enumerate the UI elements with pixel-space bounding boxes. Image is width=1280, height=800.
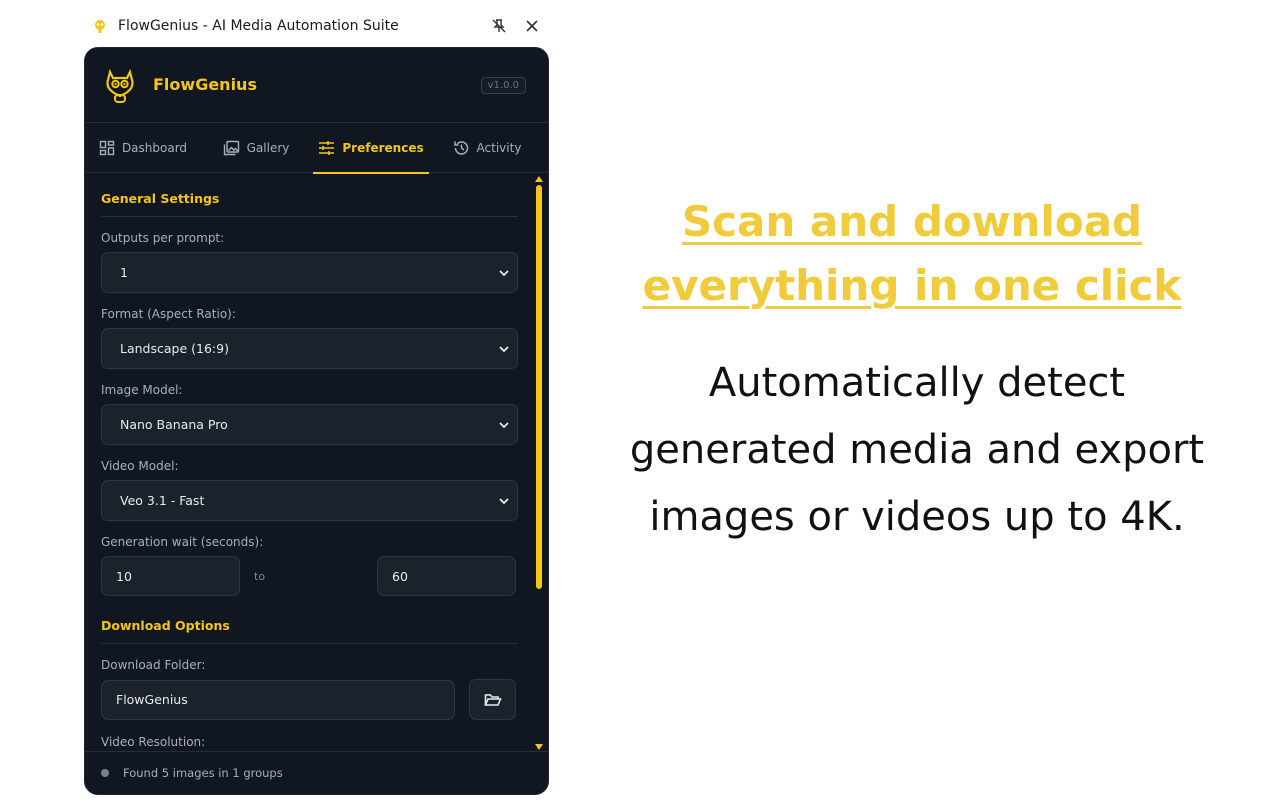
dashboard-icon bbox=[99, 140, 115, 156]
tab-gallery-label: Gallery bbox=[246, 141, 290, 155]
format-select[interactable]: Landscape (16:9) bbox=[101, 328, 518, 369]
tab-preferences[interactable]: Preferences bbox=[313, 123, 429, 174]
promo-headline-line1: Scan and download bbox=[681, 197, 1143, 246]
app-logo-icon bbox=[92, 18, 108, 34]
scrollbar-thumb[interactable] bbox=[536, 185, 542, 589]
image-model-select[interactable]: Nano Banana Pro bbox=[101, 404, 518, 445]
window-titlebar: FlowGenius - AI Media Automation Suite bbox=[84, 10, 550, 42]
status-bar: Found 5 images in 1 groups bbox=[85, 751, 548, 794]
sliders-icon bbox=[319, 141, 335, 155]
outputs-select[interactable]: 1 bbox=[101, 252, 518, 293]
chevron-down-icon bbox=[499, 498, 509, 505]
pin-icon[interactable] bbox=[489, 16, 509, 36]
image-model-label: Image Model: bbox=[101, 383, 183, 397]
tab-dashboard-label: Dashboard bbox=[121, 141, 188, 155]
download-folder-label: Download Folder: bbox=[101, 658, 206, 672]
promo-sub-line1: Automatically detect bbox=[708, 360, 1126, 406]
brand-name: FlowGenius bbox=[153, 75, 257, 94]
download-folder-row bbox=[101, 679, 518, 720]
tab-activity[interactable]: Activity bbox=[429, 123, 545, 173]
chevron-down-icon bbox=[499, 346, 509, 353]
format-value: Landscape (16:9) bbox=[120, 341, 229, 356]
promo-headline-line2: everything in one click bbox=[642, 261, 1182, 310]
version-badge: v1.0.0 bbox=[480, 77, 526, 94]
promo-subtext: Automatically detect generated media and… bbox=[596, 350, 1238, 551]
outputs-label: Outputs per prompt: bbox=[101, 231, 225, 245]
status-dot bbox=[101, 769, 109, 777]
format-label: Format (Aspect Ratio): bbox=[101, 307, 236, 321]
status-text: Found 5 images in 1 groups bbox=[123, 766, 283, 780]
brand-logo-icon bbox=[106, 68, 134, 103]
wait-label: Generation wait (seconds): bbox=[101, 535, 264, 549]
tab-dashboard[interactable]: Dashboard bbox=[85, 123, 199, 173]
video-model-label: Video Model: bbox=[101, 459, 179, 473]
tab-gallery[interactable]: Gallery bbox=[199, 123, 313, 173]
video-resolution-label: Video Resolution: bbox=[101, 735, 206, 749]
gallery-icon bbox=[223, 140, 239, 156]
wait-min-input[interactable] bbox=[101, 556, 240, 596]
video-model-select[interactable]: Veo 3.1 - Fast bbox=[101, 480, 518, 521]
extension-panel: FlowGenius v1.0.0 Dashboard Gallery Pref… bbox=[84, 47, 549, 795]
close-icon[interactable] bbox=[522, 16, 542, 36]
download-options-heading: Download Options bbox=[101, 600, 518, 644]
wait-range: to bbox=[101, 556, 518, 596]
chevron-down-icon bbox=[499, 270, 509, 277]
browse-folder-button[interactable] bbox=[469, 679, 516, 720]
wait-to-label: to bbox=[254, 569, 266, 583]
scroll-up-arrow-icon[interactable] bbox=[535, 175, 543, 183]
general-settings-heading: General Settings bbox=[101, 173, 518, 217]
folder-open-icon bbox=[483, 693, 502, 706]
download-folder-input[interactable] bbox=[101, 679, 455, 720]
promo-sub-line3: images or videos up to 4K. bbox=[649, 494, 1185, 540]
promo-headline: Scan and download everything in one clic… bbox=[600, 190, 1224, 318]
preferences-scroll-area[interactable]: General Settings Outputs per prompt: 1 F… bbox=[85, 173, 548, 753]
video-model-value: Veo 3.1 - Fast bbox=[120, 493, 205, 508]
wait-max-input[interactable] bbox=[377, 556, 516, 596]
scroll-down-arrow-icon[interactable] bbox=[535, 743, 543, 751]
chevron-down-icon bbox=[499, 422, 509, 429]
image-model-value: Nano Banana Pro bbox=[120, 417, 228, 432]
panel-header: FlowGenius v1.0.0 bbox=[85, 48, 548, 123]
tab-bar: Dashboard Gallery Preferences Activity bbox=[85, 123, 548, 174]
tab-preferences-label: Preferences bbox=[342, 141, 424, 155]
history-icon bbox=[453, 141, 468, 155]
outputs-value: 1 bbox=[120, 265, 128, 280]
promo-sub-line2: generated media and export bbox=[629, 427, 1205, 473]
tab-activity-label: Activity bbox=[476, 141, 522, 155]
vertical-scrollbar[interactable] bbox=[534, 173, 544, 753]
window-title: FlowGenius - AI Media Automation Suite bbox=[118, 18, 399, 34]
